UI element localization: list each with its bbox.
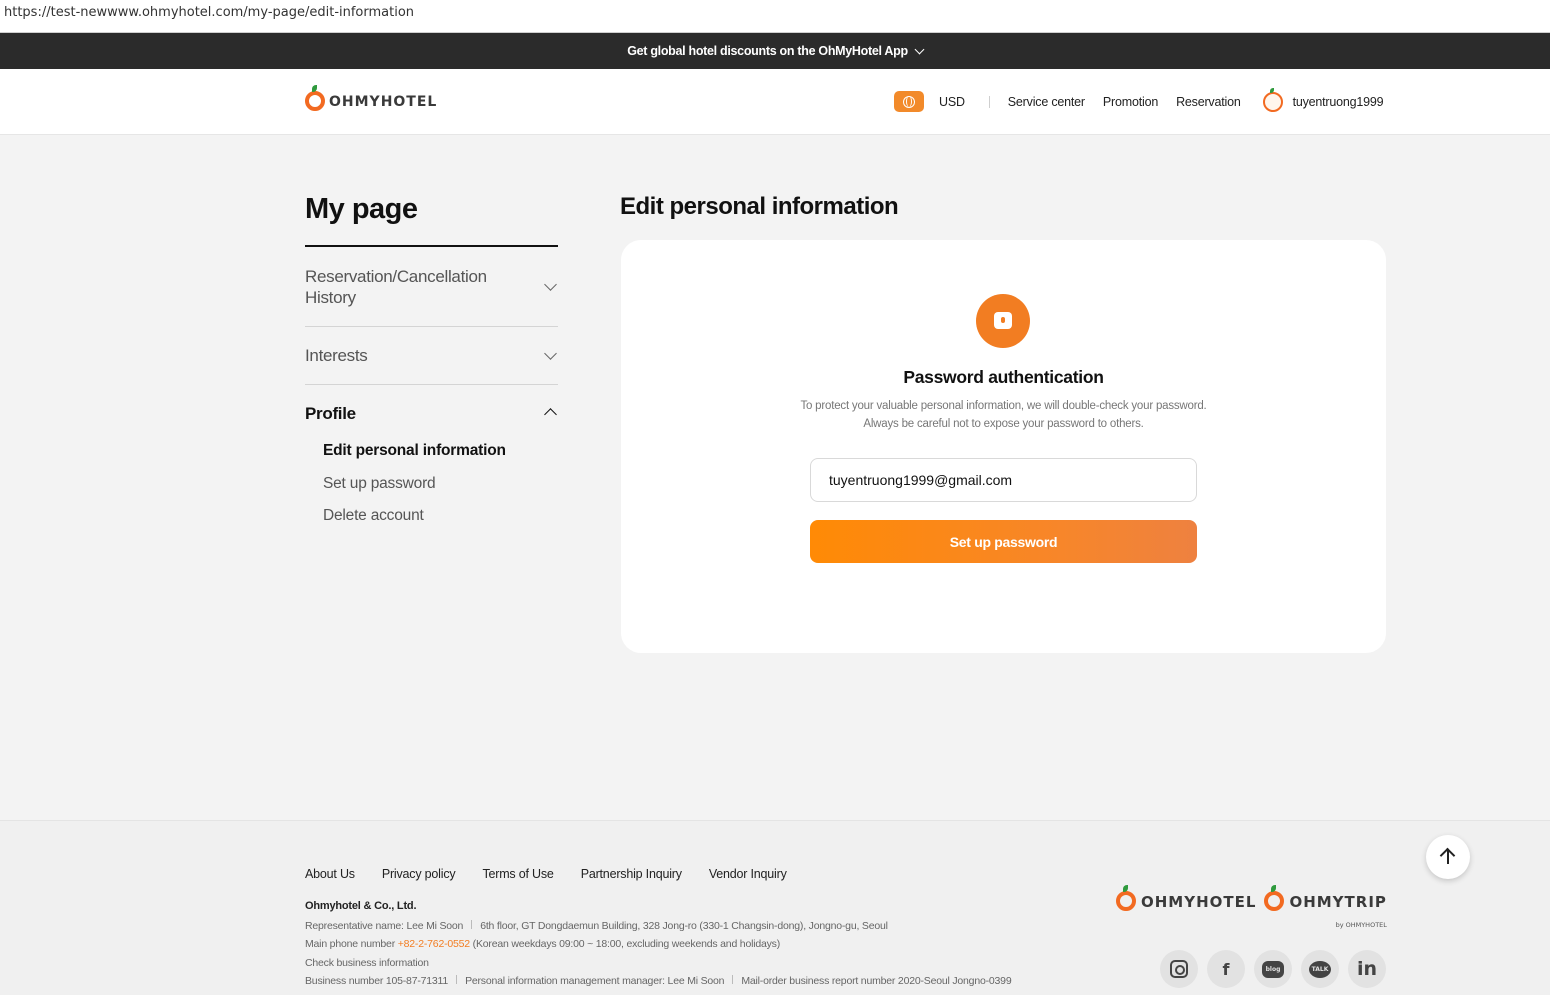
username[interactable]: tuyentruong1999 xyxy=(1293,95,1384,109)
footer-link-terms[interactable]: Terms of Use xyxy=(482,867,553,881)
language-button[interactable] xyxy=(894,91,924,112)
linkedin-icon[interactable]: in xyxy=(1348,950,1386,988)
footer-ohmytrip-logo[interactable]: OHMYTRIP by OHMYHOTEL xyxy=(1264,885,1387,929)
footer-link-vendor[interactable]: Vendor Inquiry xyxy=(709,867,787,881)
footer-link-partnership[interactable]: Partnership Inquiry xyxy=(581,867,682,881)
email-field[interactable] xyxy=(810,458,1197,502)
representative-name: Representative name: Lee Mi Soon xyxy=(305,920,464,932)
page-title: My page xyxy=(305,193,418,225)
footer-links: About Us Privacy policy Terms of Use Par… xyxy=(305,867,814,881)
footer-link-privacy[interactable]: Privacy policy xyxy=(382,867,456,881)
globe-icon xyxy=(903,95,915,108)
phone-hours: (Korean weekdays 09:00 ~ 18:00, excludin… xyxy=(469,938,781,950)
sidebar-item-label: Profile xyxy=(305,404,356,423)
orange-logo-icon xyxy=(1264,885,1285,911)
blog-icon[interactable]: blog xyxy=(1254,950,1292,988)
auth-description-line-1: To protect your valuable personal inform… xyxy=(800,400,1207,412)
company-address-line: Representative name: Lee Mi Soon 6th floo… xyxy=(305,920,888,932)
avatar[interactable] xyxy=(1262,87,1283,112)
currency-selector[interactable]: USD xyxy=(939,95,965,109)
social-links: f blog TALK in xyxy=(1160,950,1395,988)
auth-description-line-2: Always be careful not to expose your pas… xyxy=(863,418,1144,430)
sidebar-subitem-delete-account[interactable]: Delete account xyxy=(323,507,424,525)
footer-link-about[interactable]: About Us xyxy=(305,867,355,881)
business-registration-line: Business number 105-87-71311 Personal inf… xyxy=(305,975,1012,987)
auth-description: To protect your valuable personal inform… xyxy=(621,397,1386,433)
facebook-icon[interactable]: f xyxy=(1207,950,1245,988)
sidebar-subitem-edit-info[interactable]: Edit personal information xyxy=(323,442,506,460)
sidebar-item-reservation-history[interactable]: Reservation/Cancellation History xyxy=(305,266,558,327)
site-header: OHMYHOTEL USD Service center Promotion R… xyxy=(0,69,1550,135)
header-nav: USD Service center Promotion Reservation… xyxy=(894,87,1384,112)
sidebar-subitem-set-password[interactable]: Set up password xyxy=(323,475,436,493)
scroll-to-top-button[interactable] xyxy=(1426,835,1470,879)
phone-label: Main phone number xyxy=(305,938,398,950)
sidebar-item-label: Reservation/Cancellation History xyxy=(305,267,487,307)
logo-wordmark: OHMYHOTEL xyxy=(329,94,438,110)
sidebar-item-profile[interactable]: Profile xyxy=(305,403,558,427)
privacy-manager: Personal information management manager:… xyxy=(465,975,725,987)
nav-reservation[interactable]: Reservation xyxy=(1176,95,1241,109)
phone-number[interactable]: +82-2-762-0552 xyxy=(398,938,470,950)
check-business-info-link[interactable]: Check business information xyxy=(305,957,429,969)
kakaotalk-icon[interactable]: TALK xyxy=(1301,950,1339,988)
set-up-password-button[interactable]: Set up password xyxy=(810,520,1197,563)
orange-logo-icon xyxy=(1116,885,1136,911)
orange-logo-icon xyxy=(305,85,325,111)
phone-line: Main phone number +82-2-762-0552 (Korean… xyxy=(305,938,780,950)
footer-logos: OHMYHOTEL OHMYTRIP by OHMYHOTEL xyxy=(1116,885,1395,929)
password-auth-card: Password authentication To protect your … xyxy=(621,240,1386,653)
ohmyhotel-logo[interactable]: OHMYHOTEL xyxy=(305,85,438,111)
instagram-icon[interactable] xyxy=(1160,950,1198,988)
title-divider xyxy=(305,245,558,247)
content-title: Edit personal information xyxy=(620,193,899,220)
site-footer: About Us Privacy policy Terms of Use Par… xyxy=(0,820,1550,995)
app-promo-banner[interactable]: Get global hotel discounts on the OhMyHo… xyxy=(0,33,1550,69)
mail-order-number: Mail-order business report number 2020-S… xyxy=(741,975,1012,987)
chevron-down-icon[interactable] xyxy=(914,44,925,54)
company-address: 6th floor, GT Dongdaemun Building, 328 J… xyxy=(480,920,888,932)
nav-promotion[interactable]: Promotion xyxy=(1103,95,1158,109)
sidebar-item-interests[interactable]: Interests xyxy=(305,345,558,385)
browser-url-bar[interactable]: https://test-newwww.ohmyhotel.com/my-pag… xyxy=(0,0,1550,33)
company-name: Ohmyhotel & Co., Ltd. xyxy=(305,900,417,912)
sidebar-item-label: Interests xyxy=(305,346,368,365)
nav-divider xyxy=(988,95,990,108)
nav-service-center[interactable]: Service center xyxy=(1008,95,1085,109)
promo-text: Get global hotel discounts on the OhMyHo… xyxy=(627,44,908,58)
business-number: Business number 105-87-71311 xyxy=(305,975,449,987)
footer-ohmyhotel-logo[interactable]: OHMYHOTEL xyxy=(1116,885,1256,911)
url-text[interactable]: https://test-newwww.ohmyhotel.com/my-pag… xyxy=(4,5,414,20)
lock-icon xyxy=(976,294,1030,348)
chevron-down-icon[interactable] xyxy=(544,278,557,291)
auth-title: Password authentication xyxy=(903,367,1104,387)
